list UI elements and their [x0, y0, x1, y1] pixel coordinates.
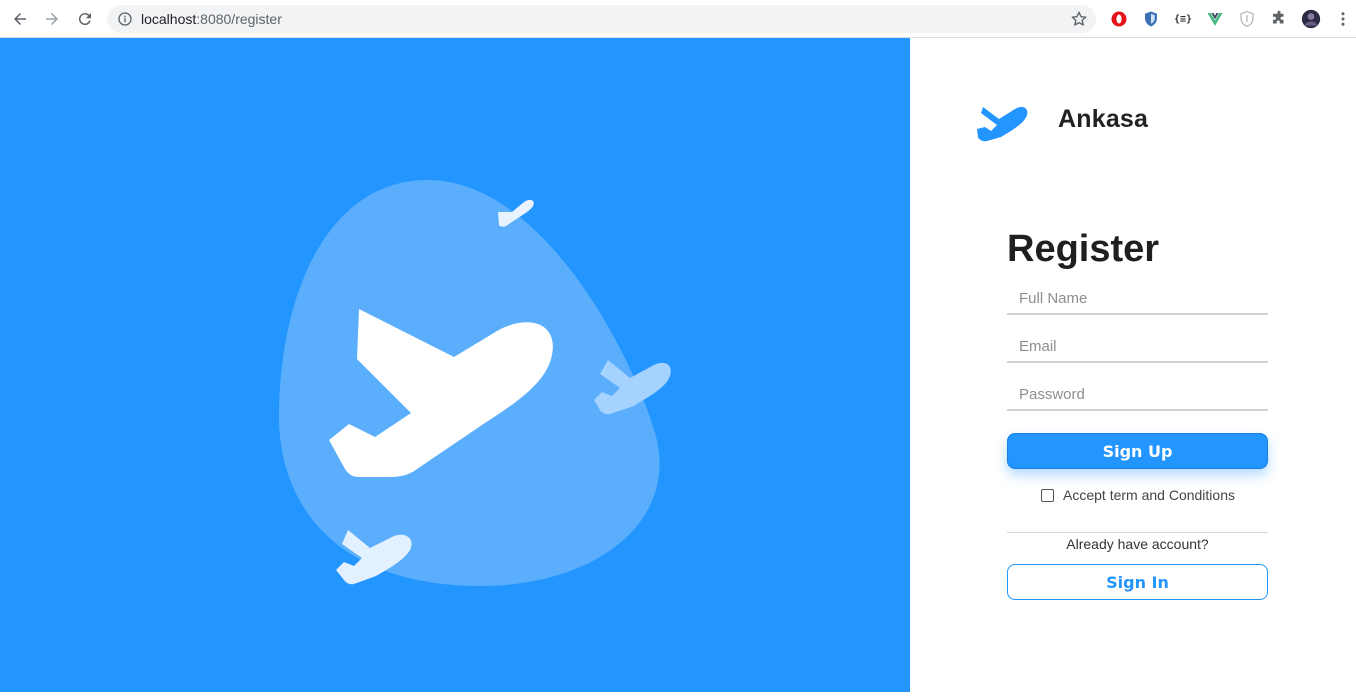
profile-button[interactable]: [1301, 9, 1321, 29]
kebab-menu-icon: [1341, 12, 1345, 26]
privacy-shield-icon: [1240, 10, 1254, 28]
terms-row: Accept term and Conditions: [1041, 487, 1235, 503]
password-input[interactable]: [1007, 379, 1268, 411]
star-icon[interactable]: [1070, 10, 1088, 28]
privacy-extension[interactable]: [1237, 9, 1257, 29]
register-panel: Ankasa Register Sign Up Accept term and …: [910, 38, 1356, 692]
browser-menu-button[interactable]: [1333, 9, 1353, 29]
sign-up-button[interactable]: Sign Up: [1007, 433, 1268, 469]
reload-button[interactable]: [75, 9, 95, 29]
browser-toolbar: localhost:8080/register {≡}: [0, 0, 1356, 38]
opera-icon: [1111, 11, 1127, 27]
already-have-account-text: Already have account?: [1066, 536, 1209, 552]
shield-extension[interactable]: [1141, 9, 1161, 29]
arrow-left-icon: [14, 13, 26, 25]
divider: [1007, 532, 1268, 533]
url-host: localhost: [141, 11, 197, 27]
puzzle-icon: [1273, 10, 1284, 24]
json-viewer-icon[interactable]: {≡}: [1173, 9, 1193, 29]
forward-button[interactable]: [42, 9, 62, 29]
email-input[interactable]: [1007, 331, 1268, 363]
reload-icon: [78, 13, 91, 26]
address-bar[interactable]: localhost:8080/register: [107, 5, 1096, 33]
vue-devtools-extension[interactable]: [1205, 9, 1225, 29]
full-name-input[interactable]: [1007, 283, 1268, 315]
sign-in-button[interactable]: Sign In: [1007, 564, 1268, 600]
terms-checkbox[interactable]: [1041, 488, 1054, 502]
url-path: :8080/register: [196, 11, 282, 27]
terms-label[interactable]: Accept term and Conditions: [1063, 487, 1235, 503]
url-text: localhost:8080/register: [141, 11, 282, 27]
hero-panel: [0, 38, 910, 692]
hero-illustration: [278, 180, 671, 586]
back-button[interactable]: [10, 9, 30, 29]
profile-avatar: [1301, 9, 1321, 29]
opera-extension[interactable]: [1109, 9, 1129, 29]
extensions-button[interactable]: [1269, 9, 1289, 29]
shield-icon: [1145, 11, 1157, 27]
ankasa-logo-icon: [977, 106, 1028, 142]
info-icon[interactable]: [117, 11, 133, 27]
page-title: Register: [1007, 228, 1160, 270]
brand-name: Ankasa: [1058, 105, 1149, 133]
arrow-right-icon: [46, 13, 58, 25]
vue-devtools-icon: [1207, 13, 1223, 26]
